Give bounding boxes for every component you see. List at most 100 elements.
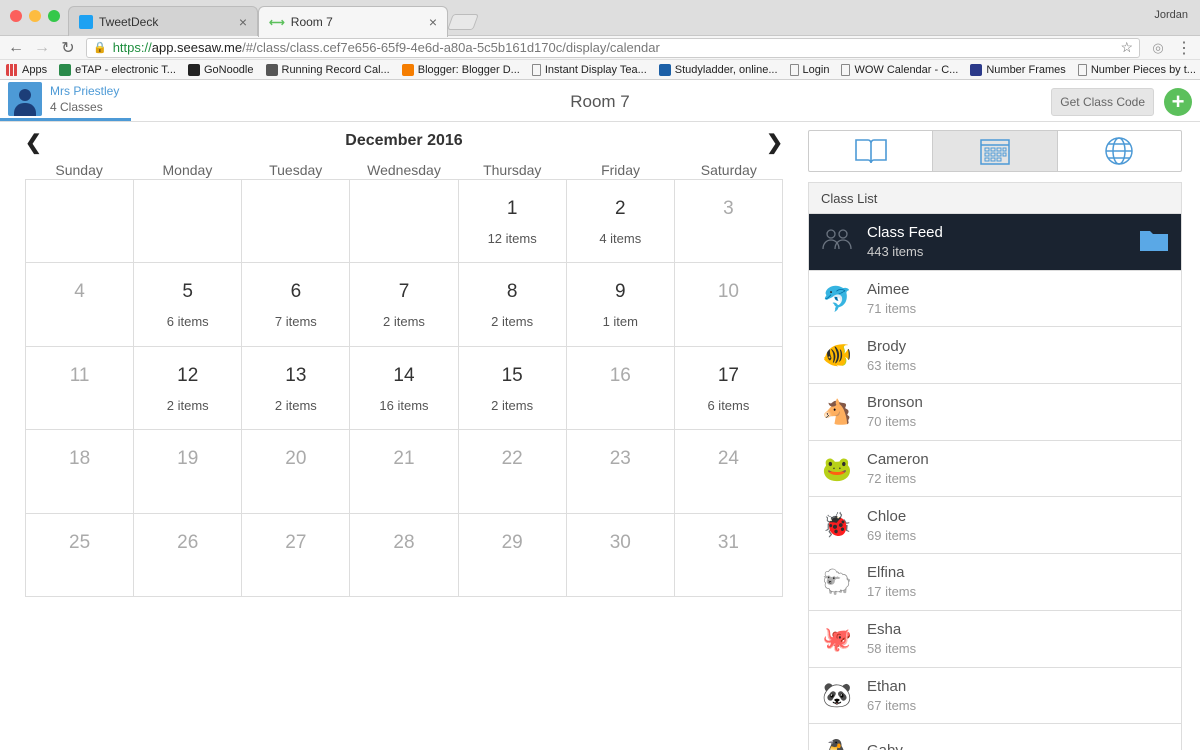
student-item[interactable]: 🐴 Bronson 70 items (809, 384, 1181, 441)
bookmark-item[interactable]: Number Pieces by t... (1077, 63, 1196, 76)
student-item[interactable]: 🐞 Chloe 69 items (809, 497, 1181, 555)
day-number: 8 (506, 281, 518, 303)
student-item[interactable]: 🐸 Cameron 72 items (809, 440, 1181, 498)
day-number: 2 (614, 198, 626, 219)
calendar-view-button[interactable] (933, 131, 1058, 171)
bookmark-label: Blogger: Blogger D... (417, 63, 520, 76)
calendar-day-cell[interactable]: 8 2 items (458, 263, 567, 347)
bookmark-item[interactable]: Login (789, 63, 829, 76)
calendar-day-cell[interactable]: 1 12 items (458, 180, 567, 264)
calendar-day-cell[interactable]: 13 2 items (242, 346, 351, 431)
blog-view-button[interactable] (1058, 131, 1181, 171)
calendar-day-cell[interactable]: 9 1 item (566, 263, 675, 347)
sheep-icon: 🐑 (822, 567, 852, 596)
calendar-day-cell: 23 (566, 430, 675, 514)
bookmark-label: WOW Calendar - C... (854, 63, 959, 76)
bookmark-item[interactable]: WOW Calendar - C... (841, 63, 959, 76)
get-class-code-button[interactable]: Get Class Code (1051, 88, 1154, 116)
studyladder-icon (658, 63, 671, 76)
ladybug-icon: 🐞 (822, 511, 852, 540)
calendar-day-cell[interactable]: 12 2 items (134, 346, 243, 431)
bookmark-item[interactable]: GoNoodle (187, 63, 254, 76)
student-item[interactable]: 🐼 Ethan 67 items (809, 667, 1181, 725)
calendar-day-cell: 16 (566, 346, 675, 431)
bookmark-item[interactable]: Blogger: Blogger D... (401, 63, 520, 76)
student-item[interactable]: 🐧 Gaby (809, 724, 1181, 750)
day-number: 16 (609, 364, 631, 386)
student-item[interactable]: 🐑 Elfina 17 items (809, 554, 1181, 611)
student-item[interactable]: 🐙 Esha 58 items (809, 610, 1181, 668)
calendar-day-cell[interactable]: 2 4 items (566, 180, 675, 264)
frog-icon: 🐸 (822, 454, 852, 483)
student-item-count: 17 items (867, 584, 917, 600)
new-tab-button[interactable] (447, 14, 479, 30)
calendar-day-cell[interactable]: 15 2 items (458, 346, 567, 431)
apps-grid-icon (6, 63, 18, 76)
day-number: 22 (501, 448, 523, 470)
calendar-day-cell[interactable]: 5 6 items (134, 263, 243, 347)
bookmark-label: Number Frames (986, 63, 1066, 76)
bookmark-label: eTAP - electronic T... (75, 63, 176, 76)
tropical-fish-icon: 🐠 (822, 341, 852, 370)
zoom-window-icon[interactable] (48, 10, 60, 22)
minimize-window-icon[interactable] (29, 10, 41, 22)
journal-book-icon (854, 139, 887, 164)
day-item-count: 6 items (707, 397, 750, 413)
weekday-label: Monday (162, 162, 213, 178)
tab-tweetdeck[interactable]: TweetDeck × (68, 6, 258, 36)
calendar-day-cell[interactable]: 6 7 items (242, 263, 351, 347)
profile-name[interactable]: Jordan (1154, 9, 1188, 21)
add-button[interactable]: + (1164, 88, 1192, 116)
student-item-count: 67 items (867, 697, 917, 713)
lock-icon: 🔒 (93, 42, 107, 54)
bookmark-star-icon[interactable]: ☆ (1120, 39, 1133, 56)
student-name: Cameron (867, 451, 929, 469)
next-month-icon[interactable]: ❯ (766, 130, 783, 155)
day-number: 1 (506, 198, 518, 219)
tab-close-icon[interactable]: × (429, 14, 437, 30)
tab-room-7[interactable]: ⟷ Room 7 × (258, 6, 448, 37)
journal-view-button[interactable] (809, 131, 934, 171)
forward-arrow-icon[interactable]: → (34, 39, 50, 57)
student-item-count: 71 items (867, 301, 917, 317)
toolbar: ← → ↻ 🔒 https://app.seesaw.me/#/class/cl… (0, 36, 1200, 60)
twitter-icon (79, 14, 93, 29)
tab-label: TweetDeck (99, 14, 159, 29)
page-icon (531, 63, 541, 76)
bookmark-item[interactable]: Apps (6, 63, 47, 76)
calendar-day-cell: 18 (26, 430, 135, 514)
day-number: 24 (717, 448, 739, 470)
day-number: 29 (501, 531, 523, 553)
bookmark-item[interactable]: Number Frames (970, 63, 1066, 76)
address-bar[interactable]: 🔒 https://app.seesaw.me/#/class/class.ce… (86, 37, 1140, 58)
menu-kebab-icon[interactable]: ⋮ (1176, 38, 1192, 58)
calendar-day-cell: 11 (26, 346, 135, 431)
bookmark-item[interactable]: Instant Display Tea... (531, 63, 647, 76)
month-label: December 2016 (345, 132, 463, 149)
bookmark-item[interactable]: Running Record Cal... (265, 63, 390, 76)
browser-tab-strip: TweetDeck × ⟷ Room 7 × Jordan (0, 0, 1200, 37)
student-item-count: 70 items (867, 414, 917, 430)
calendar-day-cell[interactable]: 14 16 items (350, 346, 459, 431)
class-feed-item[interactable]: Class Feed 443 items (809, 214, 1181, 271)
day-item-count: 16 items (379, 397, 429, 413)
folder-icon[interactable] (1139, 228, 1169, 257)
tab-close-icon[interactable]: × (239, 14, 247, 30)
reload-icon[interactable]: ↻ (60, 38, 76, 58)
blogger-icon (401, 63, 414, 76)
calendar-day-cell[interactable]: 7 2 items (350, 263, 459, 347)
calendar-empty-cell (134, 180, 243, 264)
student-item[interactable]: 🐬 Aimee 71 items (809, 270, 1181, 328)
bookmark-item[interactable]: eTAP - electronic T... (59, 63, 176, 76)
horse-icon: 🐴 (822, 397, 852, 426)
calendar-day-cell[interactable]: 17 6 items (674, 346, 783, 431)
day-number: 9 (614, 281, 626, 303)
student-name: Brody (867, 337, 907, 355)
extension-icon[interactable]: ◎ (1150, 40, 1166, 56)
student-item[interactable]: 🐠 Brody 63 items (809, 327, 1181, 385)
close-window-icon[interactable] (10, 10, 22, 22)
back-arrow-icon[interactable]: ← (8, 39, 24, 57)
student-name: Class Feed (867, 224, 943, 242)
day-item-count: 2 items (383, 314, 425, 330)
bookmark-item[interactable]: Studyladder, online... (658, 63, 778, 76)
